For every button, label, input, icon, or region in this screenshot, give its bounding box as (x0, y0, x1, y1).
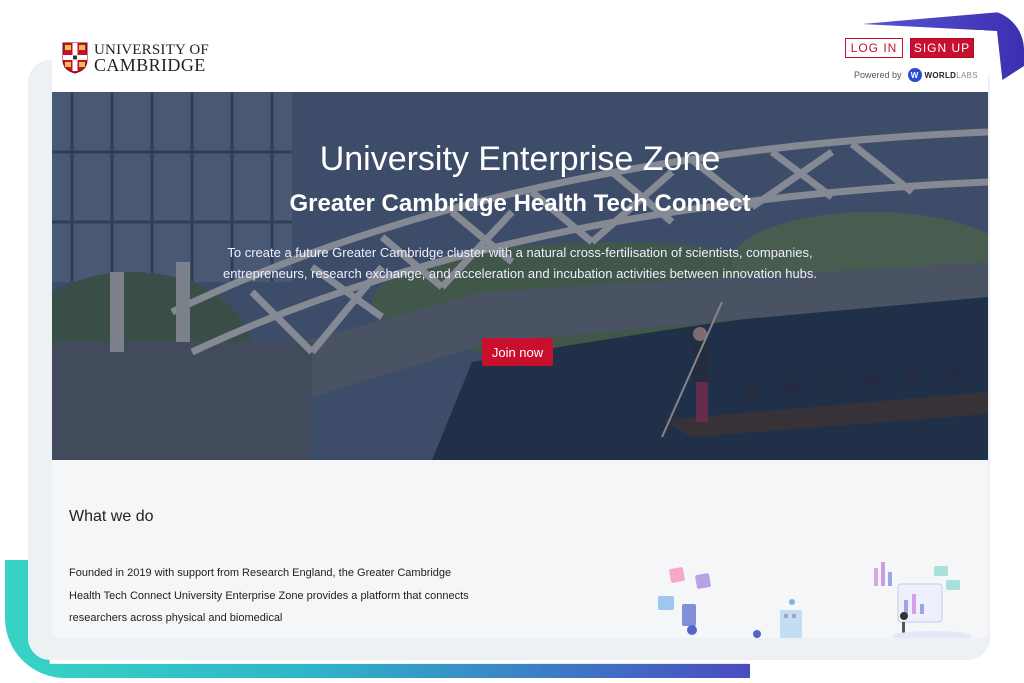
worldlabs-brand-main: WORLD (924, 70, 957, 80)
worldlabs-brand-suffix: LABS (956, 70, 978, 80)
join-now-button[interactable]: Join now (482, 338, 553, 366)
logo-line-2: CAMBRIDGE (94, 55, 206, 75)
worldlabs-logo-icon: W (907, 68, 922, 82)
research-illustration (658, 562, 972, 638)
section-title: What we do (69, 508, 154, 525)
cambridge-crest-icon (62, 42, 88, 74)
university-logo[interactable]: UNIVERSITY OF CAMBRIDGE (62, 42, 209, 74)
hero-description: To create a future Greater Cambridge clu… (222, 245, 818, 281)
site-header: UNIVERSITY OF CAMBRIDGE LOG IN SIGN UP P… (52, 30, 988, 92)
hero-title: University Enterprise Zone (319, 140, 721, 178)
hero-subtitle: Greater Cambridge Health Tech Connect (289, 190, 751, 217)
signup-button[interactable]: SIGN UP (910, 38, 974, 58)
powered-by-label: Powered by (854, 70, 902, 80)
worldlabs-brand: WORLDLABS (925, 71, 978, 80)
powered-by[interactable]: Powered by W WORLDLABS (854, 68, 978, 82)
hero-banner: University Enterprise Zone Greater Cambr… (52, 92, 988, 460)
page-frame: UNIVERSITY OF CAMBRIDGE LOG IN SIGN UP P… (52, 30, 988, 638)
section-text: Founded in 2019 with support from Resear… (69, 567, 469, 624)
login-button[interactable]: LOG IN (845, 38, 903, 58)
